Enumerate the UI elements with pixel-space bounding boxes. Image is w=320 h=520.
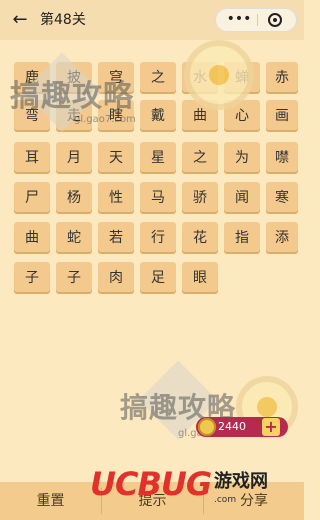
char-tile[interactable]: 行 [140,222,176,254]
coin-counter: 2440 + [196,417,288,437]
logo-latin: UCBUG [90,465,212,503]
logo-cn: 游戏网 [214,471,268,492]
char-tile[interactable]: 耳 [14,142,50,174]
watermark-logo-icon [184,40,254,110]
char-tile[interactable]: 添 [266,222,298,254]
char-tile[interactable]: 肉 [98,262,134,294]
char-tile[interactable]: 之 [182,142,218,174]
char-tile[interactable]: 杨 [56,182,92,214]
char-tile[interactable]: 噤 [266,142,298,174]
char-tile[interactable]: 月 [56,142,92,174]
char-tile[interactable]: 指 [224,222,260,254]
char-tile[interactable]: 赤 [266,62,298,94]
level-title: 第48关 [40,12,86,28]
char-tile[interactable]: 戴 [140,100,176,132]
coin-icon [198,418,216,436]
char-tile[interactable]: 尸 [14,182,50,214]
char-tile[interactable]: 子 [14,262,50,294]
char-tile[interactable]: 之 [140,62,176,94]
reset-button[interactable]: 重置 [0,482,101,520]
char-tile[interactable]: 若 [98,222,134,254]
close-circle-icon[interactable] [268,13,282,27]
back-arrow-icon[interactable]: ← [10,10,30,30]
char-tile[interactable]: 寒 [266,182,298,214]
char-tile[interactable]: 天 [98,142,134,174]
capsule-divider [257,14,258,26]
char-tile[interactable]: 足 [140,262,176,294]
watermark-url: gl.gao7.com [74,114,136,125]
char-tile[interactable]: 闻 [224,182,260,214]
add-coins-button[interactable]: + [262,418,280,436]
char-tile[interactable]: 画 [266,100,298,132]
char-tile[interactable]: 眼 [182,262,218,294]
watermark-title: 搞趣攻略 [10,79,134,114]
char-tile[interactable]: 蛇 [56,222,92,254]
coin-value: 2440 [218,420,246,433]
char-tile[interactable]: 花 [182,222,218,254]
char-tile[interactable]: 子 [56,262,92,294]
char-tile[interactable]: 马 [140,182,176,214]
char-tile[interactable]: 骄 [182,182,218,214]
char-tile[interactable]: 星 [140,142,176,174]
top-bar: ← 第48关 ••• [0,0,304,40]
mini-program-capsule: ••• [215,8,297,32]
char-tile[interactable]: 性 [98,182,134,214]
more-menu-button[interactable]: ••• [224,9,254,31]
char-tile[interactable]: 为 [224,142,260,174]
char-tile[interactable]: 曲 [14,222,50,254]
logo-url: .com [214,495,237,505]
